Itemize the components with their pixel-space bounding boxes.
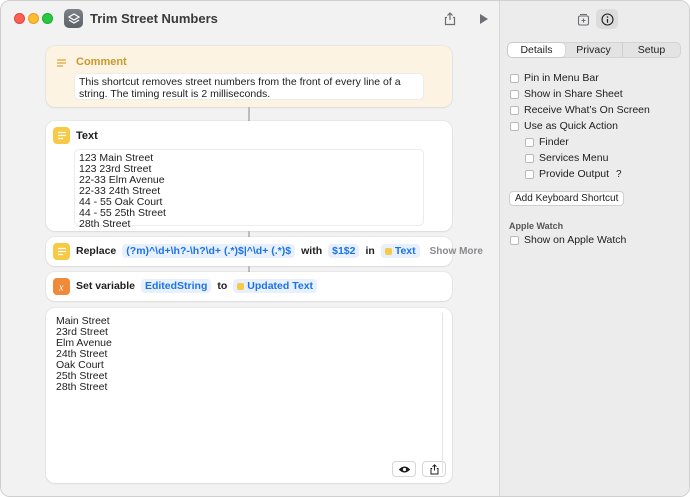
text-action[interactable]: Text 123 Main Street 123 23rd Street 22-…	[46, 121, 452, 231]
run-icon[interactable]	[474, 10, 492, 28]
close-window-button[interactable]	[14, 13, 25, 24]
replace-action[interactable]: Replace (?m)^\d+\h?-\h?\d+ (.*)$|^\d+ (.…	[46, 237, 483, 266]
checkbox-box[interactable]	[525, 169, 534, 179]
provide-output-checkbox[interactable]: Provide Output ?	[525, 168, 622, 180]
checkbox-box[interactable]	[510, 89, 519, 99]
updated-text-label: Updated Text	[247, 280, 314, 292]
in-label: in	[365, 245, 375, 257]
text-variable-label: Text	[394, 245, 416, 257]
services-menu-checkbox[interactable]: Services Menu	[525, 152, 608, 164]
comment-header: Comment	[76, 56, 127, 68]
share-icon[interactable]	[441, 10, 459, 28]
comment-lines-icon	[53, 54, 70, 71]
zoom-window-button[interactable]	[42, 13, 53, 24]
set-variable-label: Set variable	[76, 280, 135, 292]
set-variable-row: Set variable EditedString to Updated Tex…	[76, 279, 323, 293]
shortcut-icon[interactable]	[64, 9, 83, 28]
inspector-tabs: Details Privacy Setup	[507, 42, 681, 58]
show-on-watch-checkbox[interactable]: Show on Apple Watch	[510, 234, 626, 246]
help-button[interactable]: ?	[616, 169, 622, 180]
share-sheet-checkbox[interactable]: Show in Share Sheet	[510, 88, 623, 100]
share-sheet-label: Show in Share Sheet	[524, 88, 623, 100]
text-content-field[interactable]: 123 Main Street 123 23rd Street 22-33 El…	[74, 149, 424, 230]
pin-menu-bar-label: Pin in Menu Bar	[524, 72, 599, 84]
title-bar: Trim Street Numbers	[1, 1, 499, 37]
finder-checkbox[interactable]: Finder	[525, 136, 569, 148]
comment-action[interactable]: Comment This shortcut removes street num…	[46, 46, 452, 107]
add-library-icon[interactable]	[572, 9, 594, 29]
checkbox-box[interactable]	[510, 73, 519, 83]
variable-icon: x	[53, 278, 70, 295]
show-more-button[interactable]: Show More	[430, 246, 483, 257]
replace-label: Replace	[76, 245, 117, 257]
tab-privacy[interactable]: Privacy	[565, 43, 622, 57]
result-output-panel[interactable]: Main Street 23rd Street Elm Avenue 24th …	[46, 308, 452, 483]
apple-watch-section-title: Apple Watch	[509, 221, 564, 231]
updated-text-variable-icon	[237, 282, 245, 290]
show-on-watch-label: Show on Apple Watch	[524, 234, 627, 246]
info-icon[interactable]	[596, 9, 618, 29]
tab-setup[interactable]: Setup	[622, 43, 680, 57]
eye-icon	[398, 466, 410, 472]
details-sidebar: Details Privacy Setup Pin in Menu Bar Sh…	[499, 1, 689, 496]
services-menu-label: Services Menu	[539, 152, 609, 164]
replacement-token[interactable]: $1$2	[328, 244, 360, 258]
updated-text-variable-token[interactable]: Updated Text	[233, 279, 318, 293]
result-line: 28th Street	[56, 381, 108, 393]
pin-menu-bar-checkbox[interactable]: Pin in Menu Bar	[510, 72, 599, 84]
share-icon	[430, 463, 438, 474]
text-variable-token[interactable]: Text	[380, 244, 420, 258]
shortcuts-window: Trim Street Numbers Comment This shortcu…	[0, 0, 690, 497]
checkbox-box[interactable]	[525, 153, 534, 163]
text-line: 28th Street	[79, 218, 131, 230]
checkbox-box[interactable]	[510, 235, 519, 245]
checkbox-box[interactable]	[525, 137, 534, 147]
receive-screen-checkbox[interactable]: Receive What’s On Screen	[510, 104, 650, 116]
shortcut-title[interactable]: Trim Street Numbers	[90, 11, 218, 26]
variable-name-token[interactable]: EditedString	[140, 279, 212, 293]
replace-row: Replace (?m)^\d+\h?-\h?\d+ (.*)$|^\d+ (.…	[76, 244, 483, 258]
preview-eye-button[interactable]	[392, 461, 416, 477]
checkbox-box[interactable]	[510, 105, 519, 115]
regex-pattern-token[interactable]: (?m)^\d+\h?-\h?\d+ (.*)$|^\d+ (.*)$	[122, 244, 296, 258]
checkbox-box[interactable]	[510, 121, 519, 131]
receive-screen-label: Receive What’s On Screen	[524, 104, 650, 116]
quick-action-label: Use as Quick Action	[524, 120, 618, 132]
with-label: with	[301, 245, 323, 257]
finder-label: Finder	[539, 136, 569, 148]
svg-text:x: x	[58, 282, 64, 292]
comment-text-field[interactable]: This shortcut removes street numbers fro…	[74, 73, 424, 100]
text-icon	[53, 243, 70, 260]
editor-pane: Trim Street Numbers Comment This shortcu…	[1, 1, 499, 496]
minimize-window-button[interactable]	[28, 13, 39, 24]
action-connector	[248, 107, 250, 121]
text-icon	[53, 127, 70, 144]
set-variable-action[interactable]: x Set variable EditedString to Updated T…	[46, 272, 452, 301]
to-label: to	[217, 280, 228, 292]
tab-details[interactable]: Details	[508, 43, 565, 57]
provide-output-label: Provide Output	[539, 168, 610, 180]
add-keyboard-shortcut-button[interactable]: Add Keyboard Shortcut	[509, 191, 625, 206]
text-line: 44 - 55 25th Street	[79, 207, 166, 219]
output-scrollbar[interactable]	[442, 313, 443, 473]
text-variable-icon	[384, 247, 392, 255]
quick-action-checkbox[interactable]: Use as Quick Action	[510, 120, 618, 132]
text-header: Text	[76, 130, 98, 142]
result-text: Main Street 23rd Street Elm Avenue 24th …	[56, 316, 112, 393]
